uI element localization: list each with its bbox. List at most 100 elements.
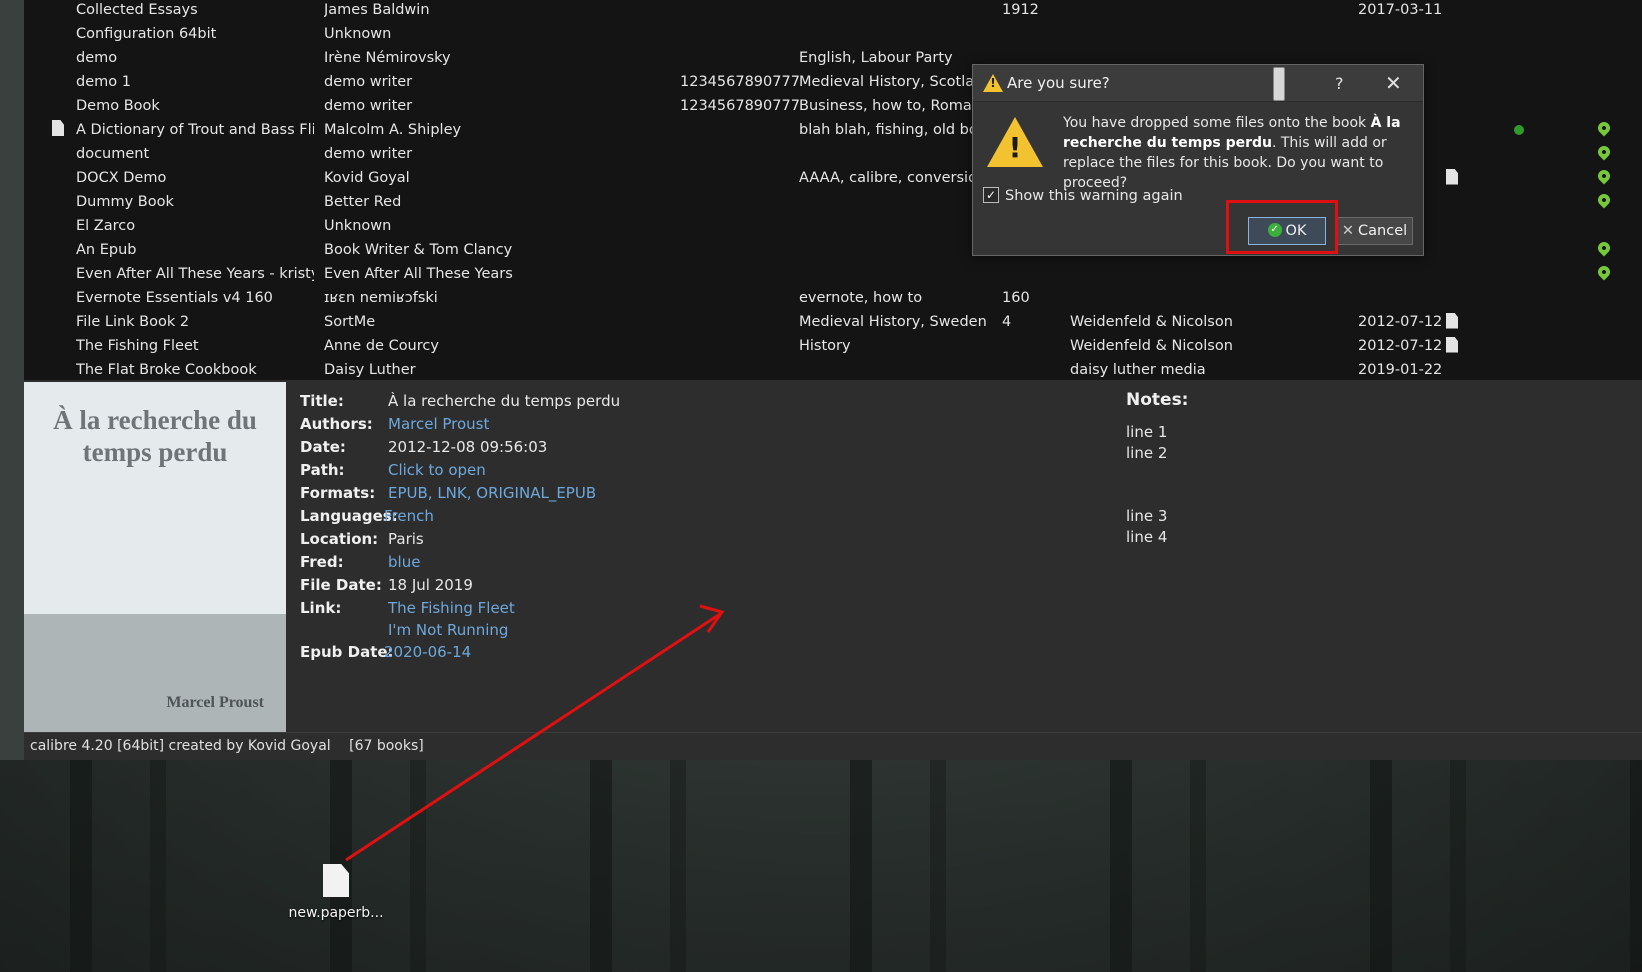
book-author: Unknown <box>324 26 392 42</box>
book-author: demo writer <box>324 74 413 90</box>
map-pin-icon <box>1598 263 1618 286</box>
book-cover[interactable]: À la recherche du temps perdu Marcel Pro… <box>24 382 286 732</box>
document-icon <box>52 120 64 136</box>
meta-formats-links[interactable]: EPUB, LNK, ORIGINAL_EPUB <box>388 482 596 505</box>
meta-location-value: Paris <box>388 530 424 548</box>
status-version: calibre 4.20 [64bit] created by Kovid Go… <box>30 738 331 754</box>
meta-date-label: Date: <box>300 438 346 456</box>
ok-button[interactable]: ✓ OK <box>1248 217 1326 245</box>
book-title: Configuration 64bit <box>76 26 217 42</box>
meta-title-value: À la recherche du temps perdu <box>388 392 621 410</box>
book-tags: blah blah, fishing, old boo <box>799 122 987 138</box>
titlebar-grip-handle[interactable] <box>1273 67 1285 101</box>
status-bar: calibre 4.20 [64bit] created by Kovid Go… <box>24 732 1642 760</box>
map-pin-icon <box>1598 143 1618 166</box>
book-row[interactable]: 26File Link Book 2SortMeMedieval History… <box>24 311 1642 335</box>
show-warning-label[interactable]: Show this warning again <box>1005 188 1183 204</box>
book-date: 2019-01-22 <box>1358 362 1443 378</box>
cancel-x-icon: ✕ <box>1341 223 1355 239</box>
book-number-field: 1912 <box>1002 2 1039 18</box>
book-publisher: Weidenfeld & Nicolson <box>1070 338 1233 354</box>
book-row[interactable]: 25Evernote Essentials v4 160ɪʁɛn nemiʁɔf… <box>24 287 1642 311</box>
book-number-field: 160 <box>1002 290 1030 306</box>
book-author: Book Writer & Tom Clancy <box>324 242 513 258</box>
map-pin-icon <box>1598 119 1618 142</box>
book-details-panel: À la recherche du temps perdu Marcel Pro… <box>24 380 1642 732</box>
location-pin-icon <box>1598 263 1613 281</box>
desktop-file[interactable]: new.paperb... <box>286 864 386 921</box>
confirm-dialog: Are you sure? ? ✕ ! You have dropped som… <box>972 64 1424 256</box>
book-number-field: 4 <box>1002 314 1012 330</box>
cancel-button[interactable]: ✕ Cancel <box>1336 217 1413 245</box>
book-row[interactable]: 24Even After All These Years - kristy87E… <box>24 263 1642 287</box>
meta-languages-link[interactable]: French <box>384 505 434 528</box>
book-title: Dummy Book <box>76 194 174 210</box>
show-warning-checkbox-row[interactable]: ✓ Show this warning again <box>983 186 1183 205</box>
book-row[interactable]: 27The Fishing FleetAnne de CourcyHistory… <box>24 335 1642 359</box>
book-title: DOCX Demo <box>76 170 167 186</box>
meta-date-value: 2012-12-08 09:56:03 <box>388 438 548 456</box>
book-row[interactable]: 14Configuration 64bitUnknown <box>24 23 1642 47</box>
warning-icon <box>983 74 1003 92</box>
book-title: Collected Essays <box>76 2 198 18</box>
meta-path-label: Path: <box>300 461 345 479</box>
dialog-message: You have dropped some files onto the boo… <box>1063 113 1408 193</box>
check-icon: ✓ <box>1267 222 1282 237</box>
book-author: Anne de Courcy <box>324 338 439 354</box>
file-icon <box>323 864 349 897</box>
book-author: Unknown <box>324 218 392 234</box>
book-author: James Baldwin <box>324 2 430 18</box>
document-icon <box>1446 336 1458 353</box>
meta-authors-label: Authors: <box>300 415 373 433</box>
book-title: demo <box>76 50 118 66</box>
dialog-message-part: You have dropped some files onto the boo… <box>1063 115 1371 131</box>
warning-exclamation-icon: ! <box>1008 131 1022 164</box>
meta-path-link[interactable]: Click to open <box>388 459 486 482</box>
format-file-icon <box>1446 311 1466 334</box>
dialog-titlebar[interactable]: Are you sure? ? ✕ <box>973 65 1423 102</box>
meta-filedate-label: File Date: <box>300 576 382 594</box>
notes-line: line 3 <box>1126 507 1168 525</box>
notes-gap <box>1126 464 1188 506</box>
map-pin-icon <box>1598 167 1618 190</box>
close-button[interactable]: ✕ <box>1385 65 1402 102</box>
location-pin-icon <box>1598 191 1613 209</box>
book-isbn: 1234567890777 <box>680 98 800 114</box>
show-warning-checkbox[interactable]: ✓ <box>983 186 999 203</box>
book-tags: Medieval History, Sweden <box>799 314 987 330</box>
document-icon <box>1446 312 1458 329</box>
meta-link-1[interactable]: The Fishing Fleet <box>388 597 515 619</box>
notes-line: line 2 <box>1126 444 1168 462</box>
window-left-edge <box>0 0 24 760</box>
book-title: Evernote Essentials v4 160 <box>76 290 273 306</box>
book-tags: Medieval History, Scotland <box>799 74 993 90</box>
book-title: Demo Book <box>76 98 160 114</box>
meta-title-label: Title: <box>300 392 344 410</box>
cover-title: À la recherche du temps perdu <box>53 405 257 467</box>
book-tags: AAAA, calibre, conversion, <box>799 170 991 186</box>
book-row[interactable]: 28The Flat Broke CookbookDaisy Lutherdai… <box>24 359 1642 380</box>
book-author: Better Red <box>324 194 402 210</box>
book-title: Even After All These Years - kristy87 <box>76 266 314 282</box>
meta-formats-label: Formats: <box>300 484 376 502</box>
book-tags: Business, how to, Romance <box>799 98 994 114</box>
meta-authors-link[interactable]: Marcel Proust <box>388 413 489 436</box>
meta-link-2[interactable]: I'm Not Running <box>388 619 515 641</box>
book-tags: English, Labour Party <box>799 50 953 66</box>
document-icon <box>1446 168 1458 185</box>
meta-fred-label: Fred: <box>300 553 344 571</box>
status-book-count: [67 books] <box>349 738 424 754</box>
meta-epubdate-link[interactable]: 2020-06-14 <box>384 641 471 664</box>
book-title: El Zarco <box>76 218 136 234</box>
book-author: Even After All These Years <box>324 266 513 282</box>
help-button[interactable]: ? <box>1335 65 1344 102</box>
book-title: File Link Book 2 <box>76 314 190 330</box>
book-title: An Epub <box>76 242 137 258</box>
notes-line: line 4 <box>1126 528 1168 546</box>
book-row[interactable]: 13Collected EssaysJames Baldwin19122017-… <box>24 0 1642 23</box>
notes-line: line 1 <box>1126 423 1168 441</box>
ok-label: OK <box>1285 223 1307 239</box>
location-pin-icon <box>1598 167 1613 185</box>
book-publisher: Weidenfeld & Nicolson <box>1070 314 1233 330</box>
meta-fred-link[interactable]: blue <box>388 551 420 574</box>
